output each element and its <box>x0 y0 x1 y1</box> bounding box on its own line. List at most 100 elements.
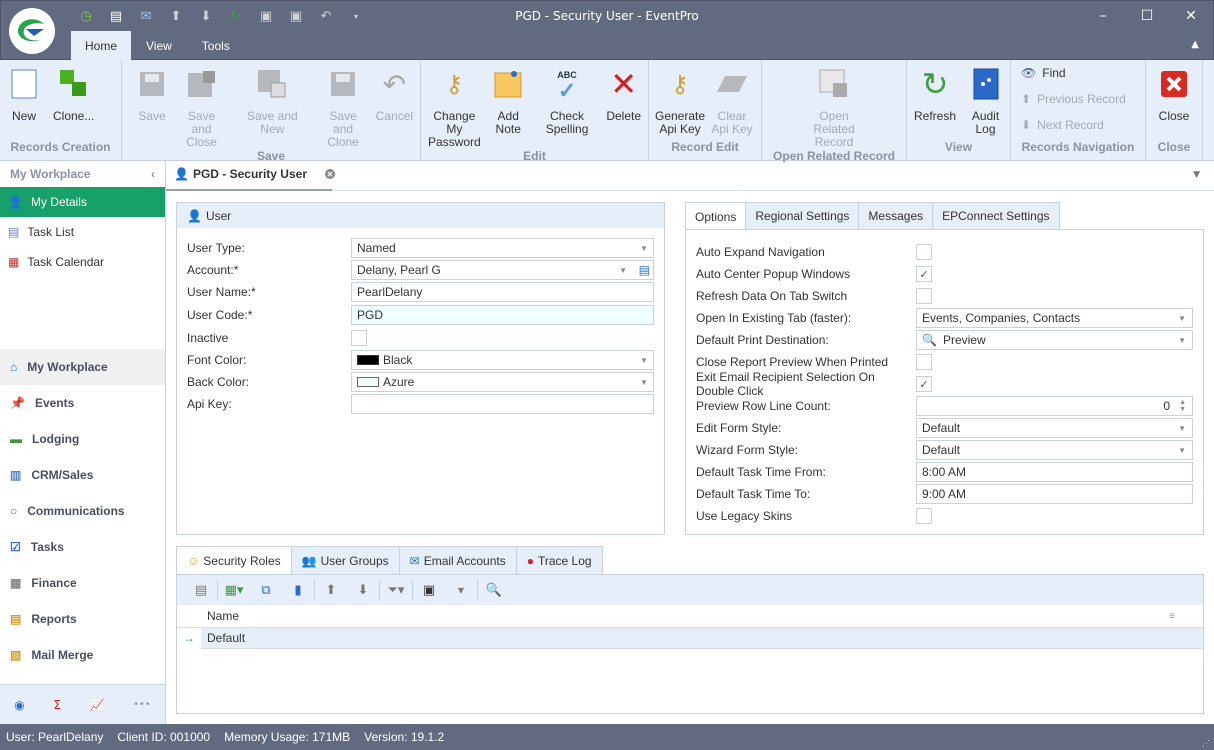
clone-icon <box>59 70 86 96</box>
sum-chart-icon[interactable]: Σ <box>53 698 61 712</box>
delete-button[interactable]: ✕ Delete <box>603 60 644 149</box>
auto-expand-navigation-checkbox[interactable] <box>916 244 932 260</box>
filter-icon[interactable]: ⏷▾ <box>380 583 412 598</box>
generate-api-key-button[interactable]: ⚷ Generate Api Key <box>653 60 707 140</box>
previous-record-button[interactable]: ⬆ Previous Record <box>1021 90 1135 108</box>
wizard-form-style-select[interactable]: Default ▼ <box>916 440 1193 460</box>
tab-options[interactable]: Options <box>685 202 747 230</box>
globe-icon[interactable]: ◉ <box>14 698 24 712</box>
eraser-icon <box>717 76 747 92</box>
exit-email-selection-checkbox[interactable]: ✓ <box>916 376 932 392</box>
user-code-input[interactable]: PGD <box>351 305 654 325</box>
user-type-select[interactable]: Named ▼ <box>351 238 654 258</box>
tab-messages[interactable]: Messages <box>859 202 934 230</box>
minimize-button[interactable]: – <box>1081 3 1125 29</box>
save-and-close-button[interactable]: Save and Close <box>178 60 225 149</box>
sidebar-header: My Workplace <box>10 167 91 181</box>
resize-grip-icon[interactable]: ⋰ <box>1202 739 1210 748</box>
group-records-navigation: 👁 Find ⬆ Previous Record ⬇ Next Record Reco… <box>1011 60 1146 160</box>
spinner-arrows-icon[interactable]: ▲ ▼ <box>1179 399 1186 413</box>
tab-trace-log[interactable]: ● Trace Log <box>516 546 603 575</box>
refresh-on-tab-switch-checkbox[interactable] <box>916 288 932 304</box>
refresh-button[interactable]: ↻ Refresh <box>911 60 959 140</box>
inactive-checkbox[interactable] <box>351 330 367 346</box>
column-menu-icon[interactable]: ≡ <box>1169 611 1203 622</box>
open-in-existing-tab-select[interactable]: Events, Companies, Contacts ▼ <box>916 308 1193 328</box>
save-button[interactable]: Save <box>132 60 172 149</box>
nav-lodging[interactable]: ▬ Lodging <box>0 421 165 457</box>
user-name-input[interactable]: PearlDelany <box>351 282 654 302</box>
nav-finance[interactable]: ▦ Finance <box>0 565 165 601</box>
export-window-icon[interactable]: ⧉ <box>250 583 282 598</box>
next-record-button[interactable]: ⬇ Next Record <box>1021 116 1135 134</box>
save-and-new-button[interactable]: Save and New <box>231 60 313 149</box>
cancel-button[interactable]: ↶ Cancel <box>373 60 416 149</box>
audit-log-button[interactable]: Audit Log <box>965 60 1006 140</box>
back-color-select[interactable]: Azure ▼ <box>351 372 654 392</box>
nav-crm-sales[interactable]: ▥ CRM/Sales <box>0 457 165 493</box>
open-related-record-button[interactable]: Open Related Record <box>794 60 874 149</box>
tab-epconnect-settings[interactable]: EPConnect Settings <box>933 202 1060 230</box>
use-legacy-skins-checkbox[interactable] <box>916 508 932 524</box>
nav-my-workplace[interactable]: ⌂ My Workplace <box>0 349 165 385</box>
check-spelling-button[interactable]: ABC ✓ Check Spelling <box>533 60 602 149</box>
tab-tools[interactable]: Tools <box>187 31 245 61</box>
api-key-input[interactable] <box>351 394 654 414</box>
auto-center-popup-checkbox[interactable]: ✓ <box>916 266 932 282</box>
clear-api-key-button[interactable]: Clear Api Key <box>707 60 757 140</box>
tab-email-accounts[interactable]: ✉ Email Accounts <box>399 546 517 575</box>
tab-list-dropdown-icon[interactable]: ▼ <box>1193 170 1200 180</box>
tab-view[interactable]: View <box>131 31 187 61</box>
nav-reports[interactable]: ▤ Reports <box>0 601 165 637</box>
document-tab[interactable]: 👤 PGD - Security User ✕ <box>174 167 335 181</box>
nav-tasks[interactable]: ☑ Tasks <box>0 529 165 565</box>
tab-home[interactable]: Home <box>71 31 131 61</box>
close-button[interactable]: Close <box>1154 60 1194 140</box>
calculator-icon: ▦ <box>10 576 22 590</box>
new-button[interactable]: New <box>4 60 44 140</box>
more-icon[interactable]: ••• <box>133 699 151 710</box>
preview-row-line-count-spinner[interactable]: 0 ▲ ▼ <box>916 396 1193 416</box>
line-chart-icon[interactable]: 📈 <box>89 698 104 712</box>
save-layout-dropdown-icon[interactable]: ▼ <box>445 586 477 595</box>
sidebar-item-task-calendar[interactable]: ▦ Task Calendar <box>0 247 165 277</box>
info-book-icon[interactable]: ▮ <box>282 583 314 598</box>
column-header-name[interactable]: Name <box>201 609 1169 623</box>
font-color-select[interactable]: Black ▼ <box>351 350 654 370</box>
find-in-grid-icon[interactable]: 🔍 <box>478 583 510 598</box>
save-layout-icon[interactable]: ▣ <box>413 583 445 598</box>
open-account-icon[interactable]: ▤ <box>639 263 650 277</box>
maximize-button[interactable]: ☐ <box>1125 3 1169 29</box>
save-and-clone-button[interactable]: Save and Clone <box>320 60 367 149</box>
add-note-button[interactable]: Add Note <box>486 60 531 149</box>
collapse-ribbon-icon[interactable]: ▲ <box>1191 39 1199 50</box>
tab-user-groups[interactable]: 👥 User Groups <box>291 546 400 575</box>
close-report-preview-checkbox[interactable] <box>916 354 932 370</box>
edit-form-style-select[interactable]: Default ▼ <box>916 418 1193 438</box>
change-password-button[interactable]: ⚷ Change My Password <box>425 60 484 149</box>
nav-mail-merge[interactable]: ▧ Mail Merge <box>0 637 165 673</box>
close-window-button[interactable]: ✕ <box>1169 3 1213 29</box>
clone-button[interactable]: Clone... <box>50 60 97 140</box>
sidebar-item-my-details[interactable]: 👤 My Details <box>0 187 165 217</box>
table-row[interactable]: → Default <box>177 627 1203 649</box>
tab-regional-settings[interactable]: Regional Settings <box>746 202 860 230</box>
print-destination-select[interactable]: 🔍 Preview ▼ <box>916 330 1193 350</box>
move-up-icon[interactable]: ⬆ <box>315 583 347 598</box>
grid-details-icon[interactable]: ▤ <box>185 583 217 598</box>
move-down-icon[interactable]: ⬇ <box>347 583 379 598</box>
task-time-to-input[interactable]: 9:00 AM <box>916 484 1193 504</box>
collapse-sidebar-icon[interactable]: ‹ <box>151 167 155 181</box>
field-label: Font Color: <box>187 353 247 367</box>
sidebar-item-task-list[interactable]: ▤ Task List <box>0 217 165 247</box>
account-select[interactable]: Delany, Pearl G ▼ ▤ <box>351 260 654 280</box>
column-chooser-icon[interactable]: ▦▾ <box>218 583 250 598</box>
find-button[interactable]: 👁 Find <box>1021 64 1135 82</box>
nav-communications[interactable]: ○ Communications <box>0 493 165 529</box>
field-label: User Code:* <box>187 308 253 322</box>
tab-security-roles[interactable]: ☺ Security Roles <box>176 546 292 575</box>
nav-events[interactable]: 📌 Events <box>0 385 165 421</box>
user-group-icon: 👥 <box>301 553 317 568</box>
close-tab-icon[interactable]: ✕ <box>325 169 335 179</box>
task-time-from-input[interactable]: 8:00 AM <box>916 462 1193 482</box>
